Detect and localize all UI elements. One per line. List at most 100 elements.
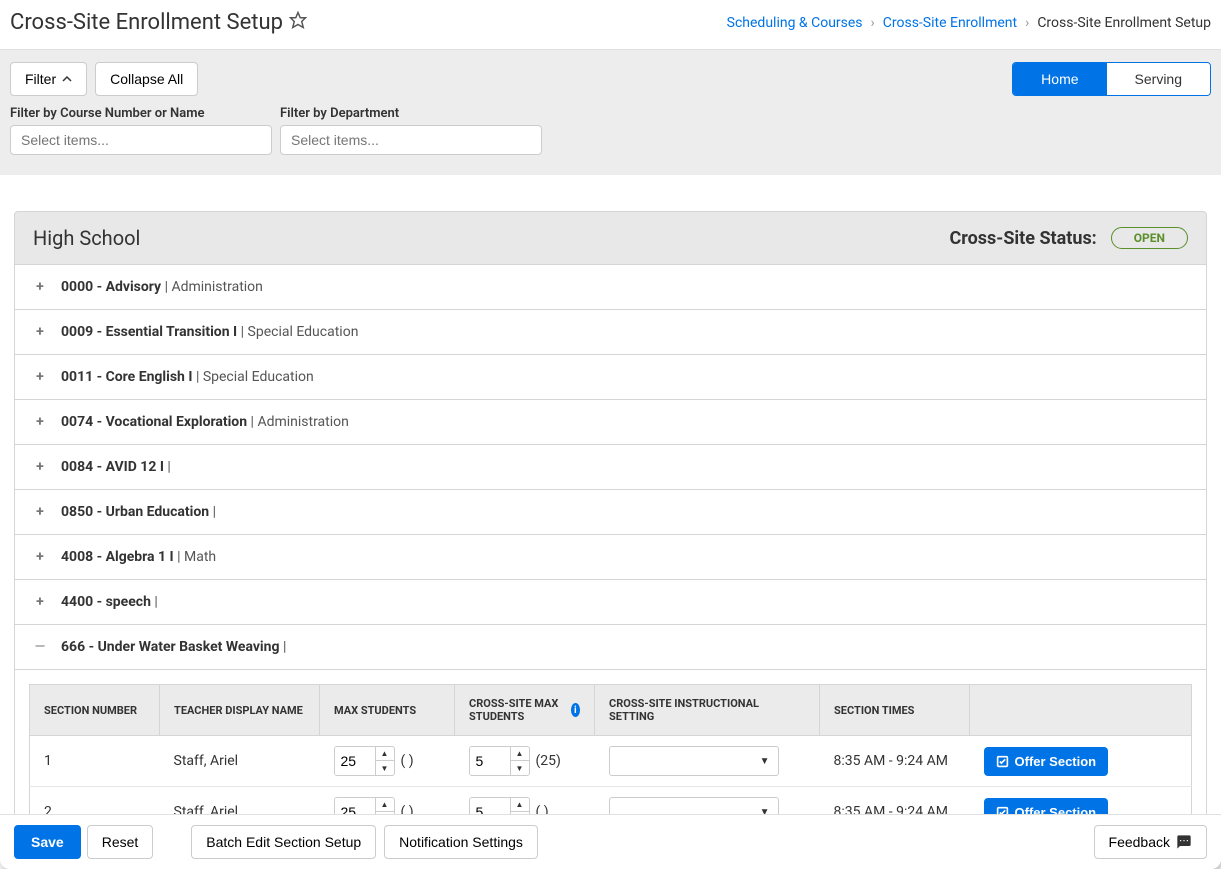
- chat-icon: [1176, 834, 1192, 850]
- th-section-number: SECTION NUMBER: [30, 685, 160, 736]
- cell-max-students: ▲ ▼ ( ): [320, 736, 455, 787]
- course-code-name: 0084 - AVID 12 I: [61, 459, 164, 475]
- cell-cross-max: ▲ ▼ (25): [455, 736, 595, 787]
- course-title: 4008 - Algebra 1 I | Math: [61, 549, 216, 565]
- course-row[interactable]: + 4400 - speech |: [14, 580, 1207, 625]
- cell-times: 8:35 AM - 9:24 AM: [820, 736, 970, 787]
- course-dept: |: [154, 594, 157, 610]
- expand-icon: +: [33, 549, 47, 565]
- info-icon[interactable]: i: [571, 703, 580, 717]
- spinner-down-icon[interactable]: ▼: [511, 761, 529, 775]
- content-area: High School Cross-Site Status: OPEN + 00…: [0, 175, 1221, 863]
- course-code-name: 0000 - Advisory: [61, 279, 161, 295]
- th-setting: CROSS-SITE INSTRUCTIONAL SETTING: [595, 685, 820, 736]
- course-row[interactable]: + 4008 - Algebra 1 I | Math: [14, 535, 1207, 580]
- course-dept: |: [213, 504, 216, 520]
- spinner-down-icon[interactable]: ▼: [376, 761, 394, 775]
- expand-icon: +: [33, 279, 47, 295]
- footer-bar: Save Reset Batch Edit Section Setup Noti…: [0, 814, 1221, 869]
- course-row[interactable]: + 0000 - Advisory | Administration: [14, 265, 1207, 310]
- chevron-down-icon: ▼: [760, 756, 770, 767]
- course-title: 0850 - Urban Education |: [61, 504, 216, 520]
- course-code-name: 0009 - Essential Transition I: [61, 324, 237, 340]
- breadcrumb: Scheduling & Courses › Cross-Site Enroll…: [727, 15, 1211, 31]
- table-row: 1 Staff, Ariel ▲ ▼ ( ): [30, 736, 1192, 787]
- collapse-all-button[interactable]: Collapse All: [95, 62, 198, 96]
- cross-max-input[interactable]: [470, 747, 510, 775]
- course-title: 0009 - Essential Transition I | Special …: [61, 324, 358, 340]
- course-code-name: 4400 - speech: [61, 594, 151, 610]
- course-title: 0074 - Vocational Exploration | Administ…: [61, 414, 349, 430]
- course-title: 4400 - speech |: [61, 594, 158, 610]
- course-row[interactable]: + 0084 - AVID 12 I |: [14, 445, 1207, 490]
- feedback-button[interactable]: Feedback: [1094, 825, 1207, 859]
- course-title: 0000 - Advisory | Administration: [61, 279, 263, 295]
- status-label: Cross-Site Status:: [949, 228, 1096, 249]
- course-title: 666 - Under Water Basket Weaving |: [61, 639, 286, 655]
- max-students-spinner[interactable]: ▲ ▼: [334, 746, 395, 776]
- collapse-icon: —: [33, 639, 47, 655]
- breadcrumb-current: Cross-Site Enrollment Setup: [1037, 15, 1211, 31]
- filter-dept-label: Filter by Department: [280, 106, 542, 121]
- course-code-name: 0850 - Urban Education: [61, 504, 209, 520]
- expand-icon: +: [33, 414, 47, 430]
- notification-settings-button[interactable]: Notification Settings: [384, 825, 538, 859]
- cell-offer: Offer Section: [970, 736, 1192, 787]
- breadcrumb-sep-icon: ›: [871, 15, 875, 31]
- chevron-up-icon: [62, 71, 72, 87]
- checkbox-icon: [996, 755, 1009, 768]
- offer-section-button[interactable]: Offer Section: [984, 747, 1109, 776]
- spinner-up-icon[interactable]: ▲: [376, 747, 394, 761]
- max-students-input[interactable]: [335, 747, 375, 775]
- spinner-up-icon[interactable]: ▲: [376, 798, 394, 812]
- course-row[interactable]: + 0009 - Essential Transition I | Specia…: [14, 310, 1207, 355]
- course-code-name: 4008 - Algebra 1 I: [61, 549, 174, 565]
- cell-section-number: 1: [30, 736, 160, 787]
- school-header: High School Cross-Site Status: OPEN: [14, 211, 1207, 265]
- th-cross-max: CROSS-SITE MAX STUDENTSi: [455, 685, 595, 736]
- toggle-home[interactable]: Home: [1013, 63, 1106, 95]
- breadcrumb-sep-icon: ›: [1025, 15, 1029, 31]
- filter-dept-input[interactable]: [280, 125, 542, 155]
- course-row[interactable]: + 0011 - Core English I | Special Educat…: [14, 355, 1207, 400]
- course-dept: |: [283, 639, 286, 655]
- cell-setting: ▼: [595, 736, 820, 787]
- filter-course-input[interactable]: [10, 125, 272, 155]
- course-row[interactable]: + 0074 - Vocational Exploration | Admini…: [14, 400, 1207, 445]
- expand-icon: +: [33, 324, 47, 340]
- expand-icon: +: [33, 459, 47, 475]
- toggle-serving[interactable]: Serving: [1107, 63, 1210, 95]
- cross-max-spinner[interactable]: ▲ ▼: [469, 746, 530, 776]
- course-title: 0084 - AVID 12 I |: [61, 459, 171, 475]
- breadcrumb-link-2[interactable]: Cross-Site Enrollment: [883, 15, 1017, 31]
- expand-icon: +: [33, 504, 47, 520]
- page-title-text: Cross-Site Enrollment Setup: [10, 10, 283, 35]
- expand-icon: +: [33, 369, 47, 385]
- offer-section-label: Offer Section: [1015, 754, 1097, 769]
- save-button[interactable]: Save: [14, 825, 81, 859]
- spinner-up-icon[interactable]: ▲: [511, 798, 529, 812]
- favorite-star-icon[interactable]: [289, 10, 307, 35]
- course-dept: | Administration: [251, 414, 349, 430]
- cross-max-paren: (25): [536, 753, 561, 769]
- page-title: Cross-Site Enrollment Setup: [10, 10, 307, 35]
- breadcrumb-link-1[interactable]: Scheduling & Courses: [727, 15, 863, 31]
- course-row[interactable]: — 666 - Under Water Basket Weaving |: [14, 625, 1207, 670]
- th-times: SECTION TIMES: [820, 685, 970, 736]
- course-code-name: 0074 - Vocational Exploration: [61, 414, 247, 430]
- course-dept: | Administration: [165, 279, 263, 295]
- spinner-up-icon[interactable]: ▲: [511, 747, 529, 761]
- course-row[interactable]: + 0850 - Urban Education |: [14, 490, 1207, 535]
- instructional-setting-dropdown[interactable]: ▼: [609, 746, 779, 776]
- course-dept: | Special Education: [196, 369, 314, 385]
- feedback-label: Feedback: [1109, 834, 1170, 850]
- course-dept: | Special Education: [241, 324, 359, 340]
- status-badge: OPEN: [1111, 227, 1188, 249]
- reset-button[interactable]: Reset: [87, 825, 154, 859]
- course-dept: | Math: [177, 549, 216, 565]
- th-teacher: TEACHER DISPLAY NAME: [160, 685, 320, 736]
- batch-edit-button[interactable]: Batch Edit Section Setup: [191, 825, 376, 859]
- page-header: Cross-Site Enrollment Setup Scheduling &…: [0, 0, 1221, 50]
- toolbar: Filter Collapse All Home Serving Filter …: [0, 50, 1221, 175]
- filter-button[interactable]: Filter: [10, 62, 87, 96]
